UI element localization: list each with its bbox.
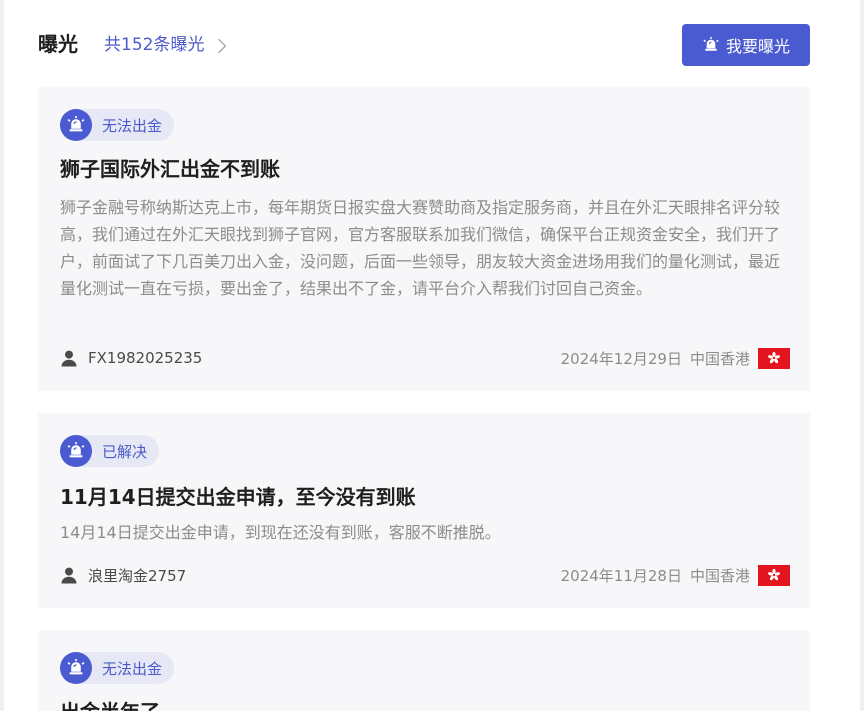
user-name: 浪里淘金2757 <box>88 566 187 585</box>
status-tag-label: 无法出金 <box>102 116 163 135</box>
status-tag: 已解决 <box>60 435 160 467</box>
exposure-card[interactable]: 无法出金 出金半年了 <box>38 630 810 711</box>
exposure-panel: 曝光 共152条曝光 我要曝光 无法出金 狮子国际外汇出金不到账 狮子金融号称纳… <box>4 0 860 711</box>
alarm-icon <box>60 109 92 141</box>
chevron-right-icon <box>212 38 227 53</box>
hong-kong-flag-icon <box>758 564 790 586</box>
submit-exposure-button[interactable]: 我要曝光 <box>682 24 810 66</box>
exposure-card[interactable]: 已解决 11月14日提交出金申请，至今没有到账 14月14日提交出金申请，到现在… <box>38 413 810 608</box>
alarm-icon <box>702 36 720 54</box>
status-tag-label: 已解决 <box>102 442 148 461</box>
card-region: 中国香港 <box>689 566 750 585</box>
card-meta: FX1982025235 2024年12月29日 中国香港 <box>60 346 790 370</box>
card-body: 狮子金融号称纳斯达克上市，每年期货日报实盘大赛赞助商及指定服务商，并且在外汇天眼… <box>60 198 781 298</box>
exposure-count-label: 共152条曝光 <box>104 35 205 55</box>
card-region: 中国香港 <box>689 349 750 368</box>
card-title[interactable]: 11月14日提交出金申请，至今没有到账 <box>60 483 416 511</box>
card-date: 2024年12月29日 <box>560 349 682 368</box>
card-meta: 浪里淘金2757 2024年11月28日 中国香港 <box>60 563 790 587</box>
card-date: 2024年11月28日 <box>560 566 682 585</box>
card-date-region: 2024年12月29日 中国香港 <box>560 347 790 369</box>
submit-exposure-label: 我要曝光 <box>725 39 790 56</box>
card-title[interactable]: 出金半年了 <box>60 698 160 711</box>
card-date-region: 2024年11月28日 中国香港 <box>560 564 790 586</box>
status-tag: 无法出金 <box>60 109 175 141</box>
user-icon <box>60 566 78 584</box>
card-body: 14月14日提交出金申请，到现在还没有到账，客服不断推脱。 <box>60 523 501 542</box>
card-user[interactable]: FX1982025235 <box>60 349 202 367</box>
card-title[interactable]: 狮子国际外汇出金不到账 <box>60 155 280 183</box>
alarm-icon <box>60 652 92 684</box>
exposure-card[interactable]: 无法出金 狮子国际外汇出金不到账 狮子金融号称纳斯达克上市，每年期货日报实盘大赛… <box>38 87 810 391</box>
user-name: FX1982025235 <box>88 349 203 367</box>
section-title: 曝光 <box>38 32 78 56</box>
exposure-count-link[interactable]: 共152条曝光 <box>104 33 227 57</box>
alarm-icon <box>60 435 92 467</box>
status-tag-label: 无法出金 <box>102 659 163 678</box>
user-icon <box>60 349 78 367</box>
hong-kong-flag-icon <box>758 347 790 369</box>
exposure-header: 曝光 共152条曝光 我要曝光 <box>38 22 810 68</box>
card-user[interactable]: 浪里淘金2757 <box>60 565 186 586</box>
status-tag: 无法出金 <box>60 652 175 684</box>
